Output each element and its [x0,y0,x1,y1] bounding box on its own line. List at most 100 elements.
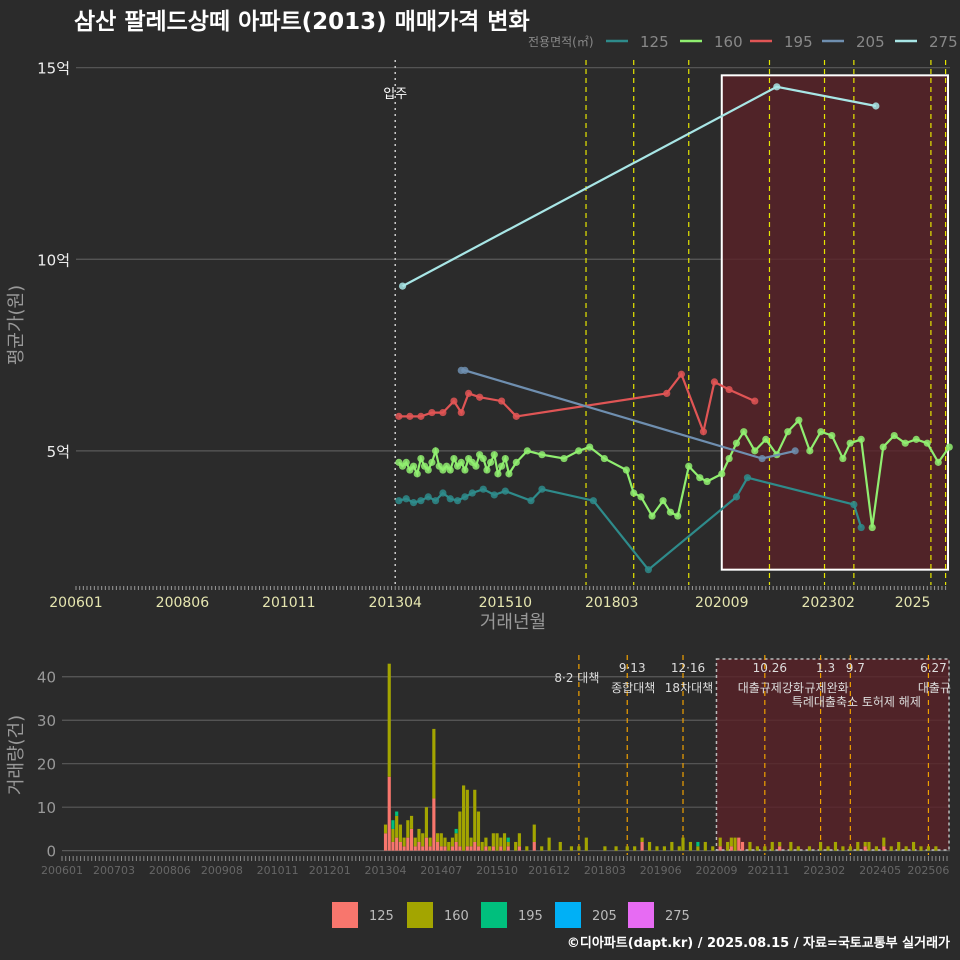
volume-bar-125 [491,846,495,851]
data-point-160 [740,428,748,436]
volume-bar-160 [480,841,484,851]
data-point-160 [494,470,502,478]
x-tick-label: 201803 [585,595,638,611]
volume-bar-160 [435,833,440,842]
legend-label-195: 195 [784,33,813,51]
volume-bar-160 [655,846,659,851]
bar-x-tick-label: 201906 [640,864,682,877]
volume-bar-160 [647,841,652,851]
data-point-160 [479,454,487,463]
volume-bar-160 [488,846,492,851]
x-tick-label: 200806 [156,595,210,611]
x-axis-label: 거래년월 [480,612,546,633]
volume-bar-160 [603,846,607,851]
bar-x-tick-label: 201011 [257,864,299,877]
volume-bar-125 [391,841,395,851]
volume-bar-160 [856,841,860,851]
data-point-160 [472,462,480,470]
data-point-125 [402,495,410,503]
y-tick-label: 10억 [37,251,70,269]
volume-bar-160 [428,837,432,847]
x-tick-label: 202009 [695,595,748,611]
legend-label-160: 160 [714,33,743,51]
policy-name-label: 특례대출축소 토허제 해제 [792,695,921,709]
volume-bar-125 [417,841,421,851]
policy-name-label: 규제완화 [805,681,849,695]
data-point-195 [476,393,484,401]
volume-bar-125 [473,841,477,851]
volume-bar-160 [919,846,923,851]
volume-bar-160 [569,846,574,851]
volume-bar-125 [439,846,443,851]
data-point-125 [538,485,546,493]
volume-bar-125 [778,846,782,851]
data-point-160 [751,447,759,455]
volume-bar-160 [662,846,666,851]
bar-x-tick-label: 202009 [695,864,737,877]
volume-bar-160 [614,846,618,851]
data-point-125 [732,493,741,501]
volume-bar-160 [718,837,722,847]
volume-bar-160 [517,833,521,847]
volume-bar-160 [383,824,388,834]
volume-bar-125 [387,776,391,851]
volume-bar-125 [424,837,429,851]
data-point-160 [483,466,491,474]
data-point-160 [784,428,792,436]
data-point-160 [817,428,825,436]
data-point-160 [718,470,726,478]
chart-title: 삼산 팔레드상떼 아파트(2013) 매매가격 변화 [74,9,530,35]
volume-bar-160 [547,837,551,851]
volume-bar-160 [926,846,931,851]
volume-bar-160 [748,841,752,851]
volume-bar-160 [770,841,774,851]
volume-bar-160 [514,841,518,851]
volume-legend-swatch-275 [628,902,654,928]
bar-x-tick-label: 201612 [528,864,570,877]
data-point-160 [666,508,675,516]
data-point-160 [795,416,803,424]
data-point-160 [402,458,410,466]
volume-bar-160 [491,833,495,847]
volume-bar-160 [796,846,800,851]
data-point-205 [461,366,469,375]
volume-bar-125 [863,846,867,851]
data-point-160 [498,462,506,470]
volume-bar-125 [413,846,417,851]
volume-legend-label-275: 275 [665,909,690,924]
volume-bar-160 [465,789,469,847]
data-point-125 [743,474,752,482]
policy-date-label: 1.3 [816,661,835,675]
bar-y-axis-label: 거래량(건) [6,715,27,795]
data-point-195 [450,397,458,405]
volume-bar-160 [711,846,715,851]
volume-bar-125 [737,837,741,851]
policy-date-label: 10.26 [753,661,787,675]
volume-bar-160 [841,846,845,851]
x-tick-label: 201011 [262,595,315,611]
volume-bar-160 [889,846,893,851]
volume-bar-160 [413,837,417,847]
bar-x-tick-label: 202405 [859,864,901,877]
data-point-160 [538,451,546,459]
data-point-160 [431,447,440,455]
data-point-160 [839,454,847,463]
volume-legend-label-125: 125 [369,909,394,924]
volume-bar-125 [454,841,458,851]
data-point-160 [630,489,638,497]
data-point-160 [923,439,931,447]
volume-bar-160 [439,833,443,847]
bar-x-tick-label: 202506 [907,864,949,877]
volume-bar-160 [454,833,458,842]
data-point-125 [644,566,652,574]
data-point-275 [872,102,880,110]
data-point-160 [560,454,568,463]
data-point-160 [409,462,418,470]
data-point-125 [490,491,498,499]
data-point-160 [446,466,454,474]
bar-x-tick-label: 200601 [41,864,83,877]
data-point-160 [637,493,645,501]
volume-legend-swatch-195 [481,902,507,928]
data-point-160 [417,454,425,463]
volume-bar-160 [833,841,838,851]
